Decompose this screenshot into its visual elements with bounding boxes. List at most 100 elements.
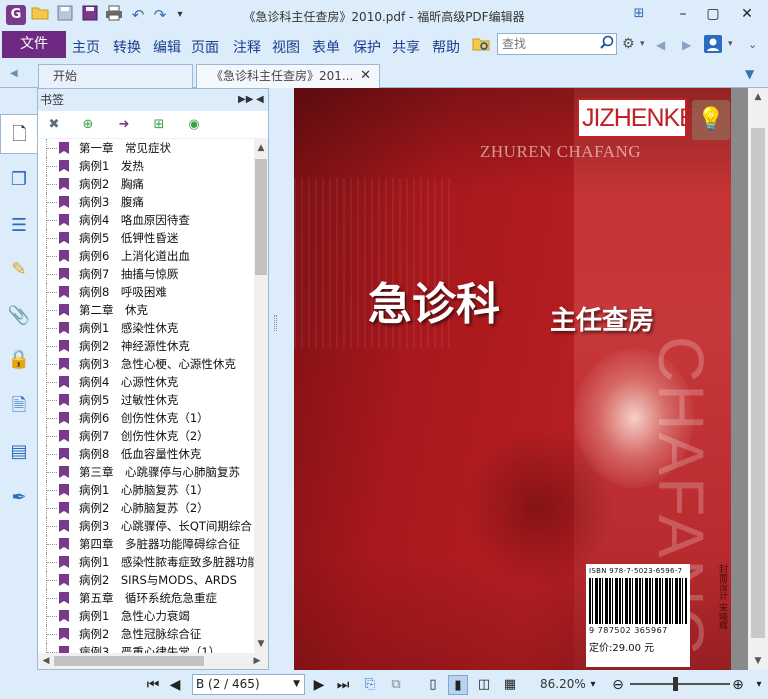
layout-icon[interactable]: ⊞: [628, 4, 650, 24]
bookmarks-hscroll-thumb[interactable]: [54, 656, 204, 666]
bookmark-item[interactable]: 病例5 过敏性休克: [38, 391, 254, 409]
bookmark-item[interactable]: 病例1 感染性脓毒症致多脏器功能: [38, 553, 254, 571]
next-page-icon[interactable]: ▶: [310, 675, 328, 695]
gear-icon[interactable]: ⚙: [622, 36, 635, 52]
new-bookmark-from-page-icon[interactable]: ⊞: [151, 117, 167, 133]
bookmarks-vertical-scrollbar[interactable]: ▲ ▼: [254, 139, 268, 653]
bookmark-item[interactable]: 第五章 循环系统危急重症: [38, 589, 254, 607]
viewer-scroll-down-icon[interactable]: ▼: [751, 654, 765, 668]
facing-pages-icon[interactable]: ◫: [474, 675, 494, 695]
zoom-dropdown-icon[interactable]: ▾: [586, 675, 600, 695]
document-viewer[interactable]: CHAFANG JIZHENKE 💡 ZHUREN CHAFANG 急诊科 主任…: [294, 88, 748, 670]
zoom-slider-track[interactable]: [630, 683, 730, 685]
comments-icon[interactable]: ✎: [7, 258, 31, 282]
tab-document[interactable]: 《急诊科主任查房》201... ✕: [196, 64, 380, 88]
maximize-button[interactable]: ▢: [702, 4, 724, 24]
tab-list-icon[interactable]: ▼: [745, 67, 754, 81]
file-menu-button[interactable]: 文件: [2, 31, 66, 58]
signatures-icon[interactable]: ✒: [7, 486, 31, 510]
page-selector[interactable]: B (2 / 465) ▼: [192, 674, 305, 695]
bookmark-item[interactable]: 病例6 上消化道出血: [38, 247, 254, 265]
bookmark-item[interactable]: 病例8 低血容量性休克: [38, 445, 254, 463]
menu-convert[interactable]: 转换: [113, 37, 141, 57]
scroll-down-icon[interactable]: ▼: [254, 637, 268, 651]
bookmark-item[interactable]: 病例2 SIRS与MODS、ARDS: [38, 571, 254, 589]
bookmark-item[interactable]: 病例3 严重心律失常（1）: [38, 643, 254, 653]
prev-page-icon[interactable]: ◀: [166, 675, 184, 695]
zoom-slider-handle[interactable]: [673, 677, 678, 691]
layers-icon[interactable]: ☰: [7, 214, 31, 238]
menu-share[interactable]: 共享: [392, 37, 420, 57]
zoom-in-icon[interactable]: ⊕: [729, 675, 747, 695]
bookmark-item[interactable]: 病例7 抽搐与惊厥: [38, 265, 254, 283]
continuous-facing-icon[interactable]: ▦: [500, 675, 520, 695]
close-button[interactable]: ✕: [736, 4, 758, 24]
viewer-scroll-up-icon[interactable]: ▲: [751, 90, 765, 104]
document-info-icon[interactable]: 🗎: [7, 394, 31, 418]
user-dropdown-icon[interactable]: ▾: [728, 39, 733, 49]
nav-forward-icon[interactable]: ▶: [682, 38, 691, 52]
gear-dropdown-icon[interactable]: ▾: [640, 39, 645, 49]
bookmark-item[interactable]: 病例4 心源性休克: [38, 373, 254, 391]
splitter-grip[interactable]: [274, 315, 277, 331]
menu-page[interactable]: 页面: [191, 37, 229, 57]
attachments-icon[interactable]: 📎: [7, 304, 31, 328]
menu-protect[interactable]: 保护: [353, 37, 381, 57]
bookmark-item[interactable]: 病例3 急性心梗、心源性休克: [38, 355, 254, 373]
collapse-ribbon-icon[interactable]: ⌄: [748, 38, 757, 51]
bookmark-item[interactable]: 病例1 急性心力衰竭: [38, 607, 254, 625]
zoom-out-icon[interactable]: ⊖: [609, 675, 627, 695]
bookmark-item[interactable]: 病例2 胸痛: [38, 175, 254, 193]
tab-scroll-left-icon[interactable]: ◀: [10, 68, 18, 79]
find-folder-icon[interactable]: [472, 36, 492, 54]
bookmark-item[interactable]: 病例3 腹痛: [38, 193, 254, 211]
bookmark-item[interactable]: 病例1 心肺脑复苏（1）: [38, 481, 254, 499]
copy-page-icon[interactable]: ⧉: [386, 675, 406, 695]
bookmark-item[interactable]: 病例1 感染性休克: [38, 319, 254, 337]
bookmark-item[interactable]: 病例5 低钾性昏迷: [38, 229, 254, 247]
bookmark-item[interactable]: 病例7 创伤性休克（2）: [38, 427, 254, 445]
bookmark-item[interactable]: 第一章 常见症状: [38, 139, 254, 157]
scroll-up-icon[interactable]: ▲: [254, 141, 268, 155]
search-icon[interactable]: [600, 35, 614, 53]
layers-copy-icon[interactable]: ❐: [7, 168, 31, 192]
bookmark-item[interactable]: 第四章 多脏器功能障碍综合征: [38, 535, 254, 553]
bookmark-item[interactable]: 病例8 呼吸困难: [38, 283, 254, 301]
menu-form[interactable]: 表单: [312, 37, 340, 57]
bookmark-item[interactable]: 第二章 休克: [38, 301, 254, 319]
page-dropdown-icon[interactable]: ▼: [293, 675, 300, 694]
lightbulb-icon[interactable]: 💡: [692, 100, 730, 140]
scroll-left-icon[interactable]: ◀: [39, 654, 53, 668]
bookmark-item[interactable]: 病例3 心跳骤停、长QT间期综合: [38, 517, 254, 535]
search-input[interactable]: [498, 34, 594, 54]
security-lock-icon[interactable]: 🔒: [7, 348, 31, 372]
fit-dropdown-icon[interactable]: ▾: [752, 675, 766, 695]
bookmarks-horizontal-scrollbar[interactable]: ◀ ▶: [38, 653, 268, 669]
bookmark-item[interactable]: 病例1 发热: [38, 157, 254, 175]
find-bookmark-icon[interactable]: ◉: [186, 117, 202, 133]
expand-panel-icon[interactable]: ▶▶: [238, 89, 253, 111]
single-page-icon[interactable]: ▯: [424, 675, 442, 695]
bookmark-item[interactable]: 病例2 心肺脑复苏（2）: [38, 499, 254, 517]
collapse-panel-icon[interactable]: ◀: [256, 89, 264, 111]
minimize-button[interactable]: –: [672, 4, 694, 24]
add-bookmark-icon[interactable]: ⊕: [80, 117, 96, 133]
user-avatar-icon[interactable]: [704, 35, 722, 53]
bookmark-item[interactable]: 病例2 神经源性休克: [38, 337, 254, 355]
menu-view[interactable]: 视图: [272, 37, 300, 57]
export-page-icon[interactable]: ⎘: [360, 675, 380, 695]
bookmark-item[interactable]: 病例6 创伤性休克（1）: [38, 409, 254, 427]
menu-comment[interactable]: 注释: [233, 37, 261, 57]
pages-panel-icon[interactable]: 🗋: [0, 114, 38, 154]
tab-close-icon[interactable]: ✕: [360, 65, 371, 87]
viewer-scroll-thumb[interactable]: [751, 128, 765, 638]
scroll-right-icon[interactable]: ▶: [250, 654, 264, 668]
viewer-vertical-scrollbar[interactable]: ▲ ▼: [748, 88, 768, 670]
continuous-page-icon[interactable]: ▮: [448, 675, 468, 695]
bookmark-item[interactable]: 第三章 心跳骤停与心肺脑复苏: [38, 463, 254, 481]
delete-bookmark-icon[interactable]: ✖: [46, 117, 62, 133]
tab-start[interactable]: 开始: [38, 64, 193, 88]
form-fields-icon[interactable]: ▤: [7, 440, 31, 464]
nav-back-icon[interactable]: ◀: [656, 38, 665, 52]
last-page-icon[interactable]: ⏭: [334, 675, 352, 695]
